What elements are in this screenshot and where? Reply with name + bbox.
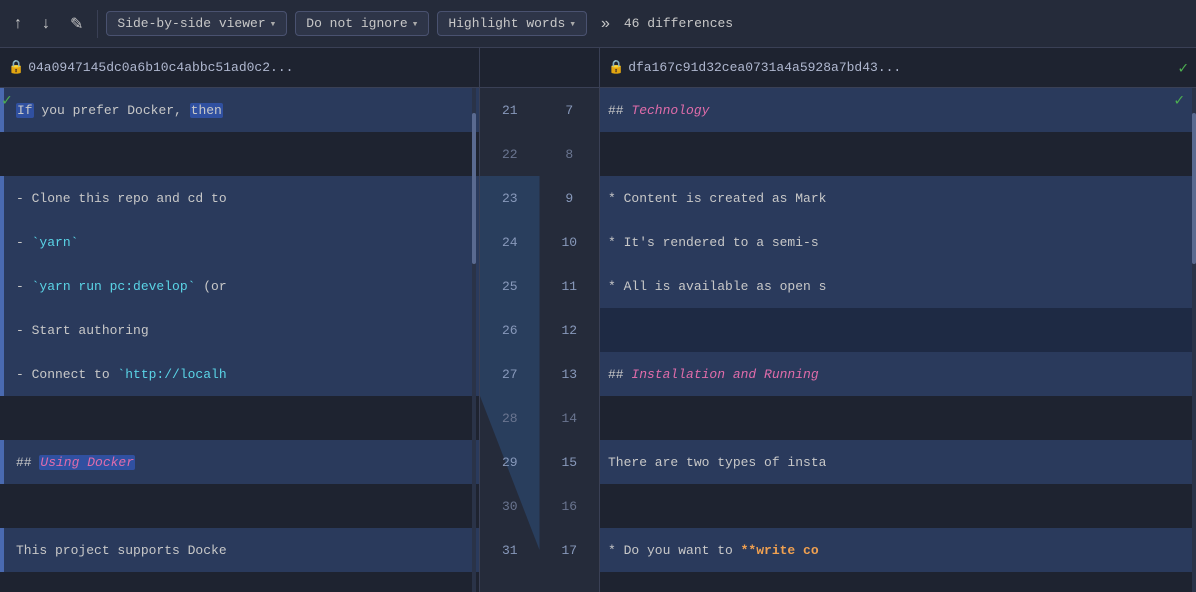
scroll-down-button[interactable]: ↓ — [36, 11, 56, 37]
left-check-icon: ✓ — [2, 90, 12, 110]
viewer-chevron: ▾ — [270, 17, 277, 31]
right-row-6 — [600, 308, 1196, 352]
gutter-row-6: 26 12 — [480, 308, 599, 352]
left-row-4: - `yarn` — [0, 220, 479, 264]
left-row-7: - Connect to `http://localh — [0, 352, 479, 396]
right-row-7: ## Installation and Running — [600, 352, 1196, 396]
gutter-row-11: 31 17 — [480, 528, 599, 572]
right-row-5: * All is available as open s — [600, 264, 1196, 308]
right-row-4: * It's rendered to a semi-s — [600, 220, 1196, 264]
diff-area: ✓ If you prefer Docker, then - Clone thi… — [0, 88, 1196, 592]
right-row-9: There are two types of insta — [600, 440, 1196, 484]
left-file-hash: 04a0947145dc0a6b10c4abbc51ad0c2... — [28, 60, 293, 75]
left-panel: ✓ If you prefer Docker, then - Clone thi… — [0, 88, 480, 592]
left-row-11: This project supports Docke — [0, 528, 479, 572]
right-check-icon: ✓ — [1178, 58, 1188, 78]
gutter-row-1: 21 7 — [480, 88, 599, 132]
separator-1 — [97, 10, 98, 38]
right-scrollbar-thumb — [1192, 113, 1196, 264]
ignore-dropdown[interactable]: Do not ignore ▾ — [295, 11, 429, 36]
toolbar: ↑ ↓ ✎ Side-by-side viewer ▾ Do not ignor… — [0, 0, 1196, 48]
left-row-5: - `yarn run pc:develop` (or — [0, 264, 479, 308]
left-row-2 — [0, 132, 479, 176]
file-headers: 🔒 04a0947145dc0a6b10c4abbc51ad0c2... 🔒 d… — [0, 48, 1196, 88]
highlight-chevron: ▾ — [569, 17, 576, 31]
edit-button[interactable]: ✎ — [64, 10, 89, 38]
gutter-row-5: 25 11 — [480, 264, 599, 308]
left-row-6: - Start authoring — [0, 308, 479, 352]
left-row-8 — [0, 396, 479, 440]
gutter-row-3: 23 9 — [480, 176, 599, 220]
right-lock-icon: 🔒 — [608, 60, 624, 75]
line-numbers: 21 7 22 8 23 9 24 10 — [480, 88, 599, 572]
gutter-row-4: 24 10 — [480, 220, 599, 264]
left-lock-icon: 🔒 — [8, 60, 24, 75]
right-row-1: ## Technology — [600, 88, 1196, 132]
right-scrollbar[interactable] — [1192, 88, 1196, 592]
right-row-8 — [600, 396, 1196, 440]
right-row-10 — [600, 484, 1196, 528]
viewer-dropdown[interactable]: Side-by-side viewer ▾ — [106, 11, 287, 36]
right-row-3: * Content is created as Mark — [600, 176, 1196, 220]
right-row-2 — [600, 132, 1196, 176]
right-file-hash: dfa167c91d32cea0731a4a5928a7bd43... — [628, 60, 901, 75]
left-row-3: - Clone this repo and cd to — [0, 176, 479, 220]
highlight-dropdown[interactable]: Highlight words ▾ — [437, 11, 587, 36]
scroll-up-button[interactable]: ↑ — [8, 11, 28, 37]
right-file-header: 🔒 dfa167c91d32cea0731a4a5928a7bd43... ✓ — [600, 48, 1196, 87]
ignore-chevron: ▾ — [412, 17, 419, 31]
left-file-header: 🔒 04a0947145dc0a6b10c4abbc51ad0c2... — [0, 48, 480, 87]
ignore-label: Do not ignore — [306, 16, 407, 31]
highlight-label: Highlight words — [448, 16, 565, 31]
left-scrollbar-thumb — [472, 113, 476, 264]
gutter-row-9: 29 15 — [480, 440, 599, 484]
left-row-9: ## Using Docker — [0, 440, 479, 484]
viewer-label: Side-by-side viewer — [117, 16, 265, 31]
app-container: ↑ ↓ ✎ Side-by-side viewer ▾ Do not ignor… — [0, 0, 1196, 592]
more-button[interactable]: » — [595, 11, 616, 37]
left-scrollbar[interactable] — [472, 88, 476, 592]
gutter-row-10: 30 16 — [480, 484, 599, 528]
gutter-row-7: 27 13 — [480, 352, 599, 396]
diff-count: 46 differences — [624, 16, 733, 31]
gutter-row-2: 22 8 — [480, 132, 599, 176]
left-row-1: If you prefer Docker, then — [0, 88, 479, 132]
left-row-10 — [0, 484, 479, 528]
right-panel: ✓ ## Technology * Content is created as … — [600, 88, 1196, 592]
connector-col: 21 7 22 8 23 9 24 10 — [480, 88, 600, 592]
right-check-icon-2: ✓ — [1174, 90, 1184, 110]
gutter-row-8: 28 14 — [480, 396, 599, 440]
right-row-11: * Do you want to **write co — [600, 528, 1196, 572]
file-header-mid — [480, 48, 600, 87]
